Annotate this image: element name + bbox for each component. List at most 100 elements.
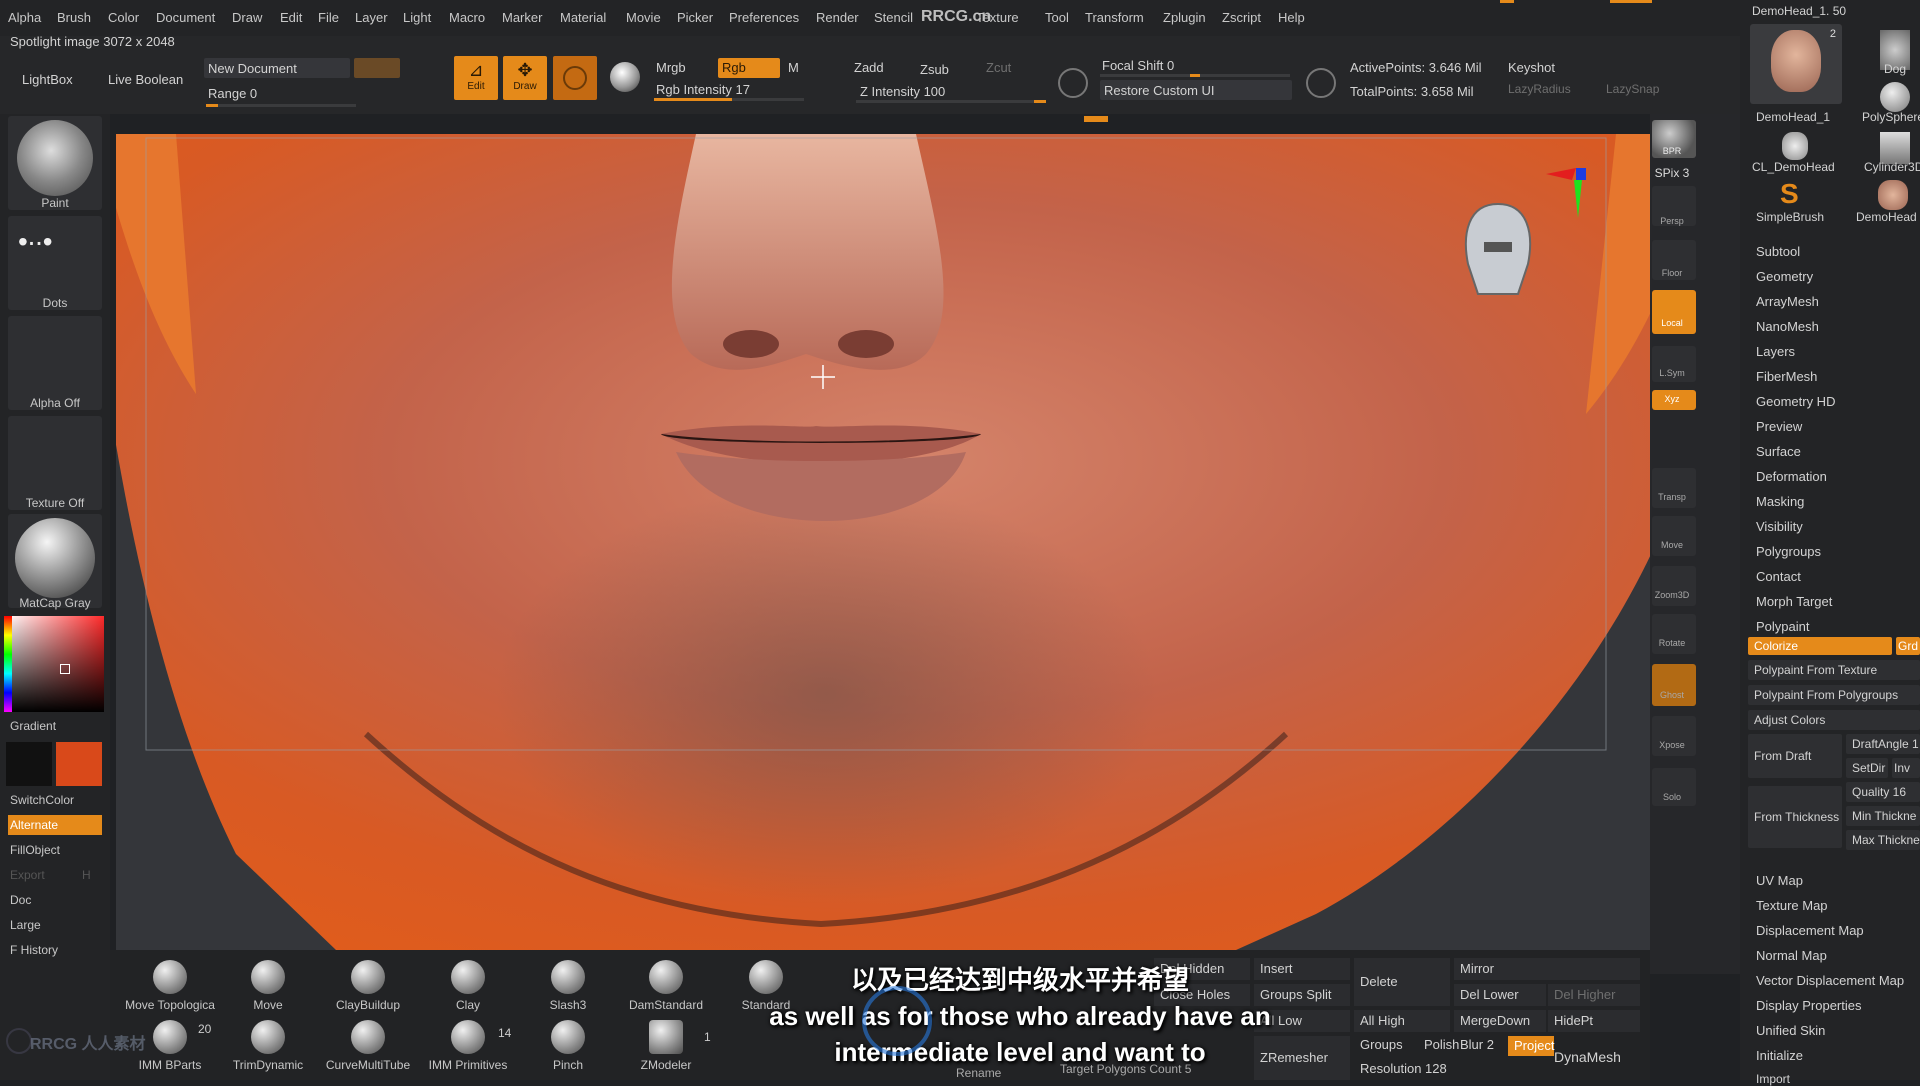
menu-picker[interactable]: Picker (677, 10, 713, 25)
menu-light[interactable]: Light (403, 10, 431, 25)
mrgb-button[interactable]: Mrgb (656, 60, 686, 75)
mirror-button[interactable]: Mirror (1454, 958, 1640, 980)
menu-layers[interactable]: Layers (1756, 344, 1795, 359)
hue-strip[interactable] (4, 616, 12, 712)
menu-color[interactable]: Color (108, 10, 139, 25)
menu-macro[interactable]: Macro (449, 10, 485, 25)
scroll-indicator[interactable] (1084, 116, 1108, 122)
menu-deformation[interactable]: Deformation (1756, 469, 1827, 484)
menu-document[interactable]: Document (156, 10, 215, 25)
restore-custom-ui-button[interactable]: Restore Custom UI (1100, 80, 1292, 100)
menu-masking[interactable]: Masking (1756, 494, 1804, 509)
menu-display-properties[interactable]: Display Properties (1756, 998, 1862, 1013)
menu-alpha[interactable]: Alpha (8, 10, 41, 25)
merge-down-button[interactable]: MergeDown (1454, 1010, 1546, 1032)
canvas-viewport[interactable] (116, 134, 1710, 950)
brush-clay[interactable]: Clay (418, 960, 518, 1012)
menu-polypaint[interactable]: Polypaint (1756, 619, 1809, 634)
menu-tool[interactable]: Tool (1045, 10, 1069, 25)
blur-slider[interactable]: Blur 2 (1454, 1034, 1514, 1056)
menu-zscript[interactable]: Zscript (1222, 10, 1261, 25)
lazy-snap[interactable]: LazySnap (1606, 82, 1659, 96)
secondary-color-swatch[interactable] (56, 742, 102, 786)
switch-color-button[interactable]: SwitchColor (8, 790, 102, 810)
draft-angle-slider[interactable]: DraftAngle 1 (1846, 734, 1920, 754)
brush-trimdynamic[interactable]: TrimDynamic (218, 1020, 318, 1072)
demohead-thumbnail-icon[interactable] (1878, 180, 1908, 210)
menu-texture[interactable]: Texture (976, 10, 1019, 25)
menu-material[interactable]: Material (560, 10, 606, 25)
menu-morph-target[interactable]: Morph Target (1756, 594, 1832, 609)
range-label[interactable]: Range 0 (208, 86, 257, 101)
menu-preferences[interactable]: Preferences (729, 10, 799, 25)
new-document-field[interactable]: New Document (204, 58, 350, 78)
stroke-d-icon[interactable] (1306, 68, 1336, 98)
menu-normal-map[interactable]: Normal Map (1756, 948, 1827, 963)
h-button[interactable]: H (80, 865, 100, 885)
menu-file[interactable]: File (318, 10, 339, 25)
z-intensity-label[interactable]: Z Intensity 100 (860, 84, 945, 99)
color-picker[interactable] (4, 616, 104, 712)
rgb-button[interactable]: Rgb (718, 58, 780, 78)
menu-brush[interactable]: Brush (57, 10, 91, 25)
brush-move-topological[interactable]: Move Topologica (120, 960, 220, 1012)
menu-uv-map[interactable]: UV Map (1756, 873, 1803, 888)
adjust-colors-button[interactable]: Adjust Colors (1748, 710, 1920, 730)
move-view-button[interactable] (1652, 516, 1696, 556)
xpose-button[interactable] (1652, 716, 1696, 756)
menu-geometry[interactable]: Geometry (1756, 269, 1813, 284)
material-sphere-icon[interactable] (610, 62, 640, 92)
zadd-button[interactable]: Zadd (854, 60, 884, 75)
menu-edit[interactable]: Edit (280, 10, 302, 25)
menu-draw[interactable]: Draw (232, 10, 262, 25)
min-thickness-slider[interactable]: Min Thickne (1846, 806, 1920, 826)
alternate-button[interactable]: Alternate (8, 815, 102, 835)
move-mode-button[interactable] (553, 56, 597, 100)
polypaint-from-polygroups-button[interactable]: Polypaint From Polygroups (1748, 685, 1920, 705)
gradient-label[interactable]: Gradient (8, 716, 102, 736)
edit-button[interactable]: ⊿ Edit (454, 56, 498, 100)
polypaint-from-texture-button[interactable]: Polypaint From Texture (1748, 660, 1920, 680)
stroke-s-icon[interactable] (1058, 68, 1088, 98)
menu-render[interactable]: Render (816, 10, 859, 25)
menu-movie[interactable]: Movie (626, 10, 661, 25)
menu-unified-skin[interactable]: Unified Skin (1756, 1023, 1825, 1038)
menu-stencil[interactable]: Stencil (874, 10, 913, 25)
menu-surface[interactable]: Surface (1756, 444, 1801, 459)
menu-preview[interactable]: Preview (1756, 419, 1802, 434)
menu-initialize[interactable]: Initialize (1756, 1048, 1803, 1063)
simplebrush-s-icon[interactable]: S (1780, 178, 1810, 209)
menu-layer[interactable]: Layer (355, 10, 388, 25)
keyshot-button[interactable]: Keyshot (1508, 60, 1555, 75)
m-button[interactable]: M (788, 60, 799, 75)
z-intensity-slider[interactable] (856, 100, 1046, 103)
live-boolean-button[interactable]: Live Boolean (108, 72, 183, 87)
matcap-tile[interactable] (8, 514, 102, 608)
brush-curvemultitube[interactable]: CurveMultiTube (318, 1020, 418, 1072)
polysphere-thumbnail-icon[interactable] (1880, 82, 1910, 112)
lazy-radius[interactable]: LazyRadius (1508, 82, 1571, 96)
navigation-head-icon[interactable] (1464, 202, 1532, 295)
menu-contact[interactable]: Contact (1756, 569, 1801, 584)
max-thickness-slider[interactable]: Max Thickne (1846, 830, 1920, 850)
brush-move[interactable]: Move (218, 960, 318, 1012)
lightbox-button[interactable]: LightBox (22, 72, 73, 87)
fill-object-button[interactable]: FillObject (8, 840, 102, 860)
menu-marker[interactable]: Marker (502, 10, 542, 25)
f-history-button[interactable]: F History (8, 940, 102, 960)
zsub-button[interactable]: Zsub (920, 62, 949, 77)
menu-arraymesh[interactable]: ArrayMesh (1756, 294, 1819, 309)
menu-nanomesh[interactable]: NanoMesh (1756, 319, 1819, 334)
menu-visibility[interactable]: Visibility (1756, 519, 1803, 534)
tool-thumb-demohead[interactable]: 2 (1750, 24, 1842, 104)
del-higher-button[interactable]: Del Higher (1548, 984, 1640, 1006)
menu-vector-displacement-map[interactable]: Vector Displacement Map (1756, 973, 1904, 988)
grd-button[interactable]: Grd (1896, 637, 1920, 655)
colorize-button[interactable]: Colorize (1748, 637, 1892, 655)
setdir-button[interactable]: SetDir (1846, 758, 1888, 778)
from-draft-button[interactable]: From Draft (1748, 734, 1842, 778)
menu-zplugin[interactable]: Zplugin (1163, 10, 1206, 25)
range-slider[interactable] (206, 104, 356, 107)
from-thickness-button[interactable]: From Thickness (1748, 786, 1842, 848)
mrgb-swatch[interactable] (354, 58, 400, 78)
